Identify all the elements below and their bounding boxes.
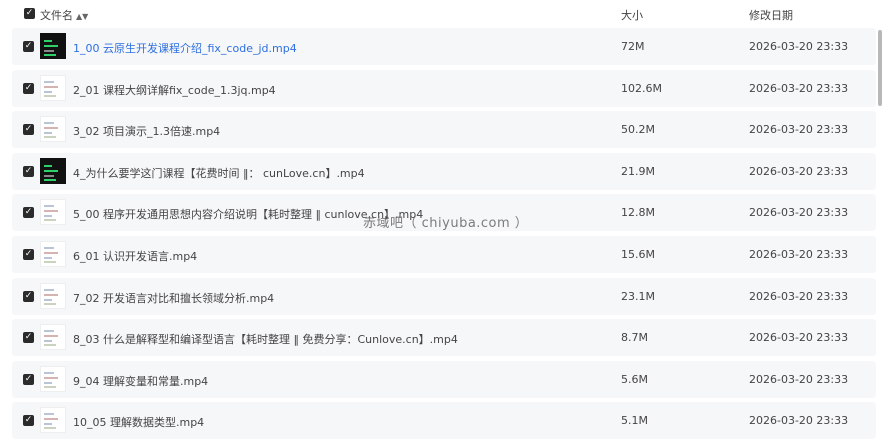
column-header-size[interactable]: 大小 <box>621 7 643 23</box>
file-name-link[interactable]: 10_05 理解数据类型.mp4 <box>73 414 204 430</box>
watermark-text: 赤域吧（ chiyuba.com ） <box>363 216 529 231</box>
video-thumbnail-icon <box>40 241 66 267</box>
file-name-link[interactable]: 7_02 开发语言对比和擅长领域分析.mp4 <box>73 290 274 306</box>
row-checkbox[interactable]: ✓ <box>23 415 34 427</box>
row-checkbox[interactable]: ✓ <box>23 41 34 52</box>
sort-arrows-icon[interactable]: ▲▼ <box>76 12 88 21</box>
file-row[interactable]: ✓ 7_02 开发语言对比和擅长领域分析.mp4 23.1M 2026-03-20 2… <box>12 277 876 315</box>
video-thumbnail-icon <box>40 282 66 309</box>
video-thumbnail-icon <box>40 407 66 434</box>
file-name-link[interactable]: 4_为什么要学这门课程【花费时间 ‖： cunLove.cn】.mp4 <box>73 165 365 181</box>
file-modified-date: 2026-03-20 23:33 <box>749 331 849 345</box>
row-checkbox[interactable]: ✓ <box>23 332 34 344</box>
video-thumbnail-icon <box>40 365 66 392</box>
file-size: 21.9M <box>621 164 655 178</box>
file-modified-date: 2026-03-20 23:33 <box>749 206 849 220</box>
file-row[interactable]: ✓ 8_03 什么是解释型和编译型语言【耗时整理 ‖ 免费分享：Cunlove.c… <box>12 319 876 357</box>
file-name-link[interactable]: 6_01 认识开发语言.mp4 <box>73 248 197 264</box>
column-header-name-label: 文件名 <box>40 9 73 22</box>
file-row[interactable]: ✓ 9_04 理解变量和常量.mp4 5.6M 2026-03-20 23:33 <box>12 360 876 398</box>
row-checkbox[interactable]: ✓ <box>23 373 34 385</box>
file-name-link[interactable]: 9_04 理解变量和常量.mp4 <box>73 373 208 389</box>
file-size: 23.1M <box>621 289 655 303</box>
row-checkbox[interactable]: ✓ <box>23 82 34 94</box>
file-size: 5.1M <box>621 414 648 428</box>
file-row[interactable]: ✓ 6_01 认识开发语言.mp4 15.6M 2026-03-20 23:33 <box>12 236 876 273</box>
file-size: 50.2M <box>621 123 655 137</box>
file-list-header: ✓ 文件名 ▲▼ 大小 修改日期 <box>0 0 884 28</box>
row-checkbox[interactable]: ✓ <box>23 249 34 260</box>
video-thumbnail-icon <box>40 116 66 143</box>
file-name-link[interactable]: 1_00 云原生开发课程介绍_fix_code_jd.mp4 <box>73 40 297 56</box>
row-checkbox[interactable]: ✓ <box>23 290 34 302</box>
file-row[interactable]: ✓ 4_为什么要学这门课程【花费时间 ‖： cunLove.cn】.mp4 21.9… <box>12 152 876 190</box>
video-thumbnail-icon <box>40 324 66 351</box>
file-row[interactable]: ✓ 1_00 云原生开发课程介绍_fix_code_jd.mp4 72M 2026-0… <box>12 28 876 65</box>
file-name-link[interactable]: 3_02 项目演示_1.3倍速.mp4 <box>73 123 220 139</box>
file-size: 12.8M <box>621 206 655 220</box>
file-size: 102.6M <box>621 81 662 95</box>
file-row[interactable]: ✓ 3_02 项目演示_1.3倍速.mp4 50.2M 2026-03-20 23:3… <box>12 111 876 149</box>
file-modified-date: 2026-03-20 23:33 <box>749 40 849 53</box>
select-all-checkbox[interactable]: ✓ <box>24 8 35 19</box>
file-name-link[interactable]: 2_01 课程大纲详解fix_code_1.3jq.mp4 <box>73 82 276 98</box>
file-name-link[interactable]: 8_03 什么是解释型和编译型语言【耗时整理 ‖ 免费分享：Cunlove.cn… <box>73 331 458 347</box>
file-row[interactable]: ✓ 2_01 课程大纲详解fix_code_1.3jq.mp4 102.6M 2026… <box>12 69 876 107</box>
video-thumbnail-icon <box>40 33 66 59</box>
video-thumbnail-icon <box>40 157 66 184</box>
video-thumbnail-icon <box>40 199 66 226</box>
file-row[interactable]: ✓ 10_05 理解数据类型.mp4 5.1M 2026-03-20 23:33 <box>12 402 876 440</box>
file-size: 5.6M <box>621 372 648 386</box>
file-size: 8.7M <box>621 331 648 345</box>
column-header-name[interactable]: 文件名 ▲▼ <box>40 7 88 23</box>
file-size: 72M <box>621 40 645 53</box>
file-modified-date: 2026-03-20 23:33 <box>749 81 849 95</box>
file-size: 15.6M <box>621 248 655 261</box>
file-modified-date: 2026-03-20 23:33 <box>749 372 849 386</box>
file-modified-date: 2026-03-20 23:33 <box>749 164 849 178</box>
row-checkbox[interactable]: ✓ <box>23 165 34 177</box>
row-checkbox[interactable]: ✓ <box>23 207 34 219</box>
video-thumbnail-icon <box>40 74 66 101</box>
file-modified-date: 2026-03-20 23:33 <box>749 289 849 303</box>
column-header-date[interactable]: 修改日期 <box>749 7 793 23</box>
row-checkbox[interactable]: ✓ <box>23 124 34 136</box>
file-modified-date: 2026-03-20 23:33 <box>749 414 849 428</box>
file-modified-date: 2026-03-20 23:33 <box>749 248 849 261</box>
scrollbar-thumb[interactable] <box>878 30 882 106</box>
file-modified-date: 2026-03-20 23:33 <box>749 123 849 137</box>
